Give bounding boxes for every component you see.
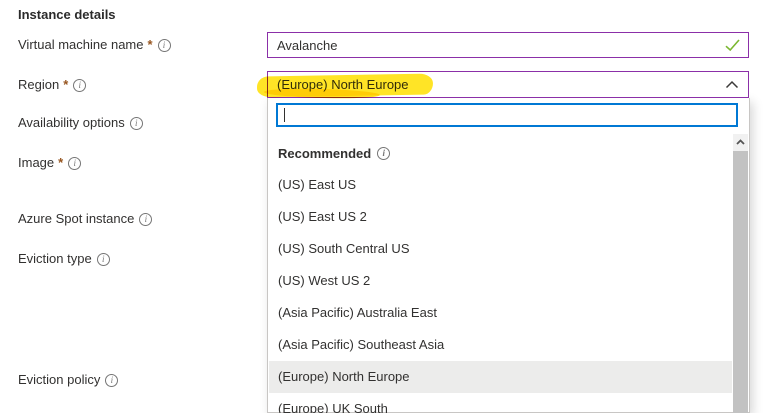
valid-check-icon — [725, 39, 748, 52]
label-virtual-machine-name: Virtual machine name * i — [18, 37, 171, 53]
virtual-machine-name-input[interactable] — [268, 33, 725, 57]
option-asia-pacific-southeast-asia[interactable]: (Asia Pacific) Southeast Asia — [269, 329, 732, 361]
text-cursor — [284, 108, 285, 122]
required-asterisk: * — [63, 77, 68, 93]
dropdown-search-input[interactable] — [278, 105, 736, 125]
scrollbar-thumb[interactable] — [733, 151, 748, 413]
scrollbar-up-button[interactable] — [733, 134, 748, 150]
field-label-text: Eviction policy — [18, 372, 100, 388]
group-label-text: Recommended — [278, 146, 371, 161]
region-dropdown-panel: Recommended i (US) East US (US) East US … — [267, 98, 750, 413]
info-icon[interactable]: i — [139, 213, 152, 226]
field-label-text: Image — [18, 155, 54, 171]
field-label-text: Virtual machine name — [18, 37, 144, 53]
dropdown-search-box — [276, 103, 738, 127]
label-eviction-type: Eviction type i — [18, 251, 110, 267]
option-us-west-us-2[interactable]: (US) West US 2 — [269, 265, 732, 297]
region-selected-value: (Europe) North Europe — [277, 77, 725, 92]
info-icon[interactable]: i — [105, 374, 118, 387]
virtual-machine-name-field — [267, 32, 749, 58]
option-europe-uk-south[interactable]: (Europe) UK South — [269, 393, 732, 413]
label-image: Image * i — [18, 155, 81, 171]
scrollbar[interactable] — [733, 134, 748, 412]
field-label-text: Eviction type — [18, 251, 92, 267]
field-label-text: Region — [18, 77, 59, 93]
info-icon[interactable]: i — [130, 117, 143, 130]
option-asia-pacific-australia-east[interactable]: (Asia Pacific) Australia East — [269, 297, 732, 329]
region-options-list: Recommended i (US) East US (US) East US … — [269, 137, 732, 413]
field-label-text: Availability options — [18, 115, 125, 131]
info-icon[interactable]: i — [68, 157, 81, 170]
option-us-east-us-2[interactable]: (US) East US 2 — [269, 201, 732, 233]
info-icon[interactable]: i — [377, 147, 390, 160]
info-icon[interactable]: i — [73, 79, 86, 92]
page-title: Instance details — [18, 7, 116, 22]
chevron-up-icon — [725, 80, 748, 89]
required-asterisk: * — [148, 37, 153, 53]
label-region: Region * i — [18, 77, 86, 93]
info-icon[interactable]: i — [158, 39, 171, 52]
label-azure-spot-instance: Azure Spot instance i — [18, 211, 152, 227]
option-us-east-us[interactable]: (US) East US — [269, 169, 732, 201]
field-label-text: Azure Spot instance — [18, 211, 134, 227]
option-europe-north-europe[interactable]: (Europe) North Europe — [269, 361, 732, 393]
label-eviction-policy: Eviction policy i — [18, 372, 118, 388]
chevron-up-icon — [736, 139, 745, 145]
option-us-south-central-us[interactable]: (US) South Central US — [269, 233, 732, 265]
info-icon[interactable]: i — [97, 253, 110, 266]
region-dropdown[interactable]: (Europe) North Europe — [267, 71, 749, 98]
required-asterisk: * — [58, 155, 63, 171]
option-group-recommended: Recommended i — [269, 137, 732, 169]
label-availability-options: Availability options i — [18, 115, 143, 131]
